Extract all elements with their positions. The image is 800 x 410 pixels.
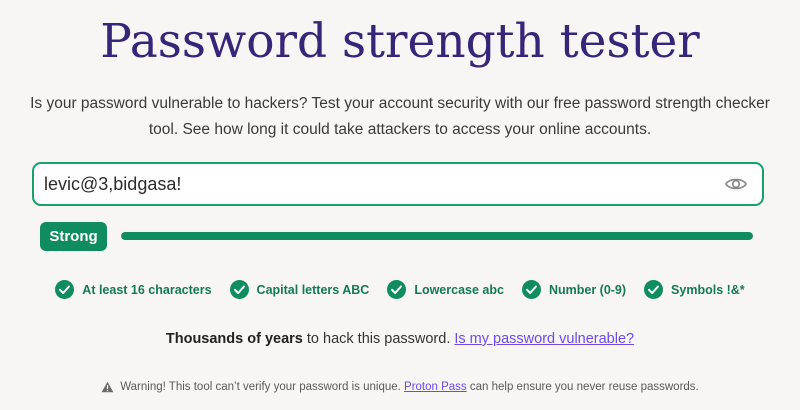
requirement-item: Lowercase abc — [387, 280, 504, 299]
check-circle-icon — [521, 280, 541, 299]
requirement-item: Number (0-9) — [521, 280, 627, 299]
warning-text: Warning! This tool can’t verify your pas… — [120, 381, 699, 393]
requirement-item: At least 16 characters — [55, 280, 212, 299]
requirement-item: Symbols !&* — [644, 280, 745, 299]
check-circle-icon — [55, 280, 75, 299]
password-tester-page: Password strength tester Is your passwor… — [0, 0, 800, 410]
requirements-list: At least 16 characters Capital letters A… — [0, 280, 800, 299]
warning-text-before: Warning! This tool can’t verify your pas… — [120, 381, 405, 393]
crack-time-duration: Thousands of years — [165, 331, 303, 347]
warning-triangle-icon — [101, 381, 114, 393]
password-input[interactable] — [44, 164, 704, 204]
proton-pass-link[interactable]: Proton Pass — [404, 381, 467, 393]
warning-note: Warning! This tool can’t verify your pas… — [0, 381, 800, 393]
requirement-label: Number (0-9) — [548, 282, 627, 297]
vulnerability-link[interactable]: Is my password vulnerable? — [454, 331, 634, 347]
requirement-label: Symbols !&* — [671, 282, 745, 297]
check-circle-icon — [387, 280, 407, 299]
requirement-label: Capital letters ABC — [256, 282, 370, 297]
strength-badge: Strong — [40, 222, 107, 251]
strength-meter — [121, 232, 753, 240]
check-circle-icon — [229, 280, 249, 299]
page-subtitle: Is your password vulnerable to hackers? … — [30, 95, 770, 138]
eye-icon[interactable] — [724, 173, 748, 195]
page-title: Password strength tester — [100, 14, 700, 69]
strength-meter-fill — [121, 232, 753, 240]
requirement-item: Capital letters ABC — [229, 280, 370, 299]
password-field-container — [32, 162, 764, 206]
warning-text-after: can help ensure you never reuse password… — [466, 381, 699, 393]
requirement-label: At least 16 characters — [82, 282, 212, 297]
crack-time-suffix: to hack this password. — [302, 331, 455, 347]
crack-time-message: Thousands of years to hack this password… — [0, 331, 800, 347]
requirement-label: Lowercase abc — [414, 282, 504, 297]
check-circle-icon — [644, 280, 664, 299]
